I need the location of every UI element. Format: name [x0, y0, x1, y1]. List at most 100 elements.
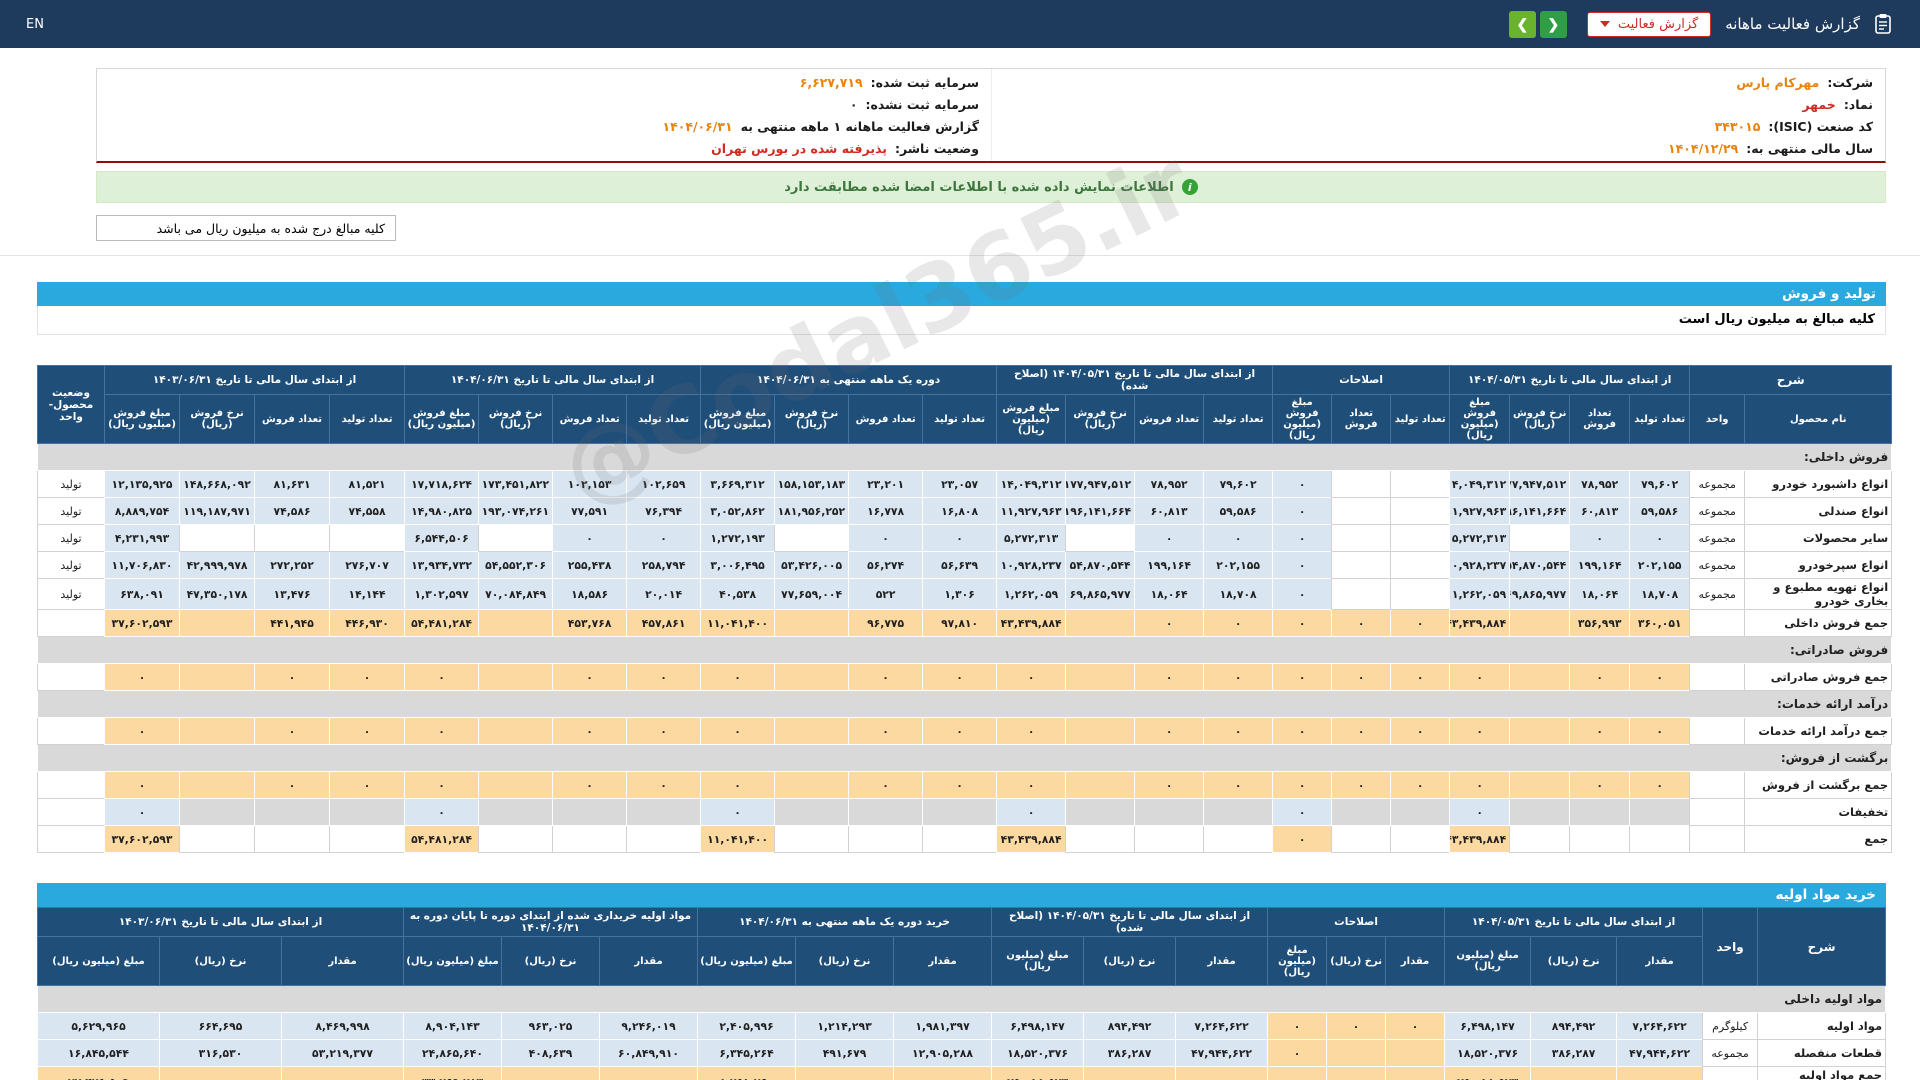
cell: ۰: [552, 663, 628, 691]
cell: [1065, 524, 1136, 552]
table-row: جمع برگشت از فروش ۰ ۰ ۰ ۰ ۰ ۰ ۰ ۰ ۰ ۰ ۰ ۰ ۰ ۰ ۰ ۰ ۰ ۰: [37, 771, 1893, 799]
cell: ۶۰,۸۴۹,۹۱۰: [599, 1039, 698, 1067]
cell: ۰: [329, 663, 406, 691]
cell: ۱۴,۰۴۹,۳۱۲: [1449, 470, 1511, 498]
cell: ۰: [552, 717, 628, 745]
column-group-header: از ابتدای سال مالی تا تاریخ ۱۴۰۴/۰۵/۳۱: [1444, 907, 1704, 937]
previous-report-button[interactable]: ❮: [1508, 10, 1536, 38]
row-name: جمع برگشت از فروش: [1744, 771, 1893, 799]
cell: ۰: [996, 663, 1067, 691]
cell: ۵,۲۷۲,۳۱۳: [1449, 524, 1511, 552]
cell: [478, 663, 554, 691]
cell: ۳۷,۶۰۲,۵۹۳: [103, 825, 181, 853]
cell: ۲۵,۰۱۸,۵۲۳: [1444, 1066, 1532, 1080]
cell: [1530, 1066, 1618, 1080]
amounts-note-text: کلیه مبالغ درج شده به میلیون ریال می باش…: [156, 220, 385, 236]
cell: ۱۶,۸۴۵,۵۴۴: [37, 1039, 160, 1067]
cell: ۴,۲۳۱,۹۹۳: [103, 524, 181, 552]
company-name-row: شرکت: مهرکام پارس: [992, 71, 1885, 93]
column-subheader: تعداد فروش: [848, 394, 924, 444]
row-name: جمع فروش صادراتی: [1744, 663, 1893, 691]
column-subheader: مقدار: [599, 936, 698, 986]
column-subheader: مقدار: [1616, 936, 1704, 986]
cell: ۱۷۷,۹۴۷,۵۱۲: [1509, 470, 1571, 498]
cell: ۰: [1629, 717, 1691, 745]
cell: [774, 663, 850, 691]
cell: ۰: [848, 663, 924, 691]
cell: ۰: [1272, 524, 1333, 552]
signature-match-text: اطلاعات نمایش داده شده با اطلاعات امضا ش…: [784, 179, 1174, 195]
cell: ۷۰,۰۸۴,۸۴۹: [478, 578, 554, 610]
cell: ۱۰,۹۲۸,۲۳۷: [1449, 551, 1511, 579]
column-group-header: از ابتدای سال مالی تا تاریخ ۱۴۰۴/۰۵/۳۱ (…: [991, 907, 1269, 937]
top-bar: EN گزارش فعالیت ماهانه گزارش فعالیت ❮ ❯: [0, 0, 1920, 48]
row-name: سایر محصولات: [1744, 524, 1893, 552]
cell: ۱۹۹,۱۶۴: [1134, 551, 1205, 579]
cell: ۰: [1272, 551, 1333, 579]
section-label: مواد اولیه داخلی: [36, 985, 1887, 1013]
column-subheader: نرخ (ریال): [795, 936, 895, 986]
cell: ۰: [626, 771, 702, 799]
cell: [159, 1066, 282, 1080]
cell: [179, 609, 256, 637]
cell: ۱۴,۰۴۹,۳۱۲: [996, 470, 1067, 498]
next-report-button[interactable]: ❯: [1539, 10, 1567, 38]
column-subheader: نرخ (ریال): [1326, 936, 1387, 986]
cell: ۶۰,۸۱۳: [1569, 497, 1631, 525]
table-row: جمع درآمد ارائه خدمات ۰ ۰ ۰ ۰ ۰ ۰ ۰ ۰ ۰ ۰ ۰ ۰ ۰ ۰ ۰ ۰ ۰ ۰: [37, 717, 1893, 745]
table-row: تخفیفات ۰ ۰ ۰ ۰ ۰ ۰: [37, 798, 1893, 826]
cell: ۴۵۷,۸۶۱: [626, 609, 702, 637]
cell: [893, 1066, 993, 1080]
cell: ۰: [1569, 663, 1631, 691]
column-subheader: نرخ (ریال): [501, 936, 600, 986]
cell: ۴۰,۵۳۸: [700, 578, 776, 610]
cell: ۴۷,۹۴۴,۶۲۲: [1175, 1039, 1269, 1067]
language-toggle[interactable]: EN: [26, 17, 44, 32]
cell: ۷,۲۶۴,۶۲۲: [1616, 1012, 1704, 1040]
cell: ۴۷,۹۴۴,۶۲۲: [1616, 1039, 1704, 1067]
cell: ۴۵۳,۷۶۸: [552, 609, 628, 637]
row-status: [37, 663, 105, 691]
ticker-label: نماد:: [1843, 96, 1873, 112]
cell: [1390, 524, 1451, 552]
fiscal-year-label: سال مالی منتهی به:: [1746, 140, 1873, 156]
cell: [1509, 717, 1571, 745]
cell: [1331, 798, 1392, 826]
cell: ۰: [1616, 1066, 1704, 1080]
column-subheader: تعداد فروش: [1331, 394, 1392, 444]
row-unit: [1689, 717, 1746, 745]
column-subheader: نرخ (ریال): [1083, 936, 1177, 986]
cell: ۲۵,۰۱۸,۵۲۳: [991, 1066, 1085, 1080]
cell: [1326, 1066, 1387, 1080]
cell: ۰: [281, 1066, 404, 1080]
cell: [478, 825, 554, 853]
cell: ۰: [848, 771, 924, 799]
company-info-right: شرکت: مهرکام پارس نماد: خمهر کد صنعت (ISIC…: [991, 69, 1885, 161]
column-group-header: اصلاحات: [1272, 365, 1451, 395]
cell: [1390, 825, 1451, 853]
cell: ۱۸,۵۲۰,۳۷۶: [991, 1039, 1085, 1067]
cell: ۶,۴۹۸,۱۴۷: [991, 1012, 1085, 1040]
chevron-down-icon: [1599, 21, 1610, 27]
cell: ۰: [329, 771, 406, 799]
fiscal-year-row: سال مالی منتهی به: ۱۴۰۴/۱۲/۲۹: [992, 137, 1885, 159]
table-row: قطعات منفصله مجموعه ۴۷,۹۴۴,۶۲۲ ۳۸۶,۲۸۷ ۱۸,۵۲…: [37, 1039, 1887, 1067]
cell: ۵۳,۲۱۹,۳۷۷: [281, 1039, 404, 1067]
cell: ۱۸,۰۶۴: [1569, 578, 1631, 610]
column-subheader: نرخ فروش (ریال): [774, 394, 850, 444]
cell: ۰: [1569, 524, 1631, 552]
cell: ۰: [1134, 663, 1205, 691]
column-subheader: مبلغ (میلیون ریال): [1267, 936, 1328, 986]
cell: ۰: [1203, 524, 1274, 552]
issuer-status-label: وضعیت ناشر:: [894, 140, 979, 156]
cell: ۰: [1331, 771, 1392, 799]
cell: ۳۳,۷۶۹,۷۸۳: [403, 1066, 502, 1080]
report-type-dropdown[interactable]: گزارش فعالیت: [1586, 11, 1712, 37]
cell: ۱۹۶,۱۴۱,۶۶۴: [1509, 497, 1571, 525]
column-group-header: اصلاحات: [1267, 907, 1446, 937]
row-unit: مجموعه: [1689, 551, 1746, 579]
cell: [1509, 524, 1571, 552]
row-unit: مجموعه: [1702, 1039, 1759, 1067]
column-subheader: مبلغ (میلیون ریال): [37, 936, 160, 986]
cell: ۰: [1449, 663, 1511, 691]
